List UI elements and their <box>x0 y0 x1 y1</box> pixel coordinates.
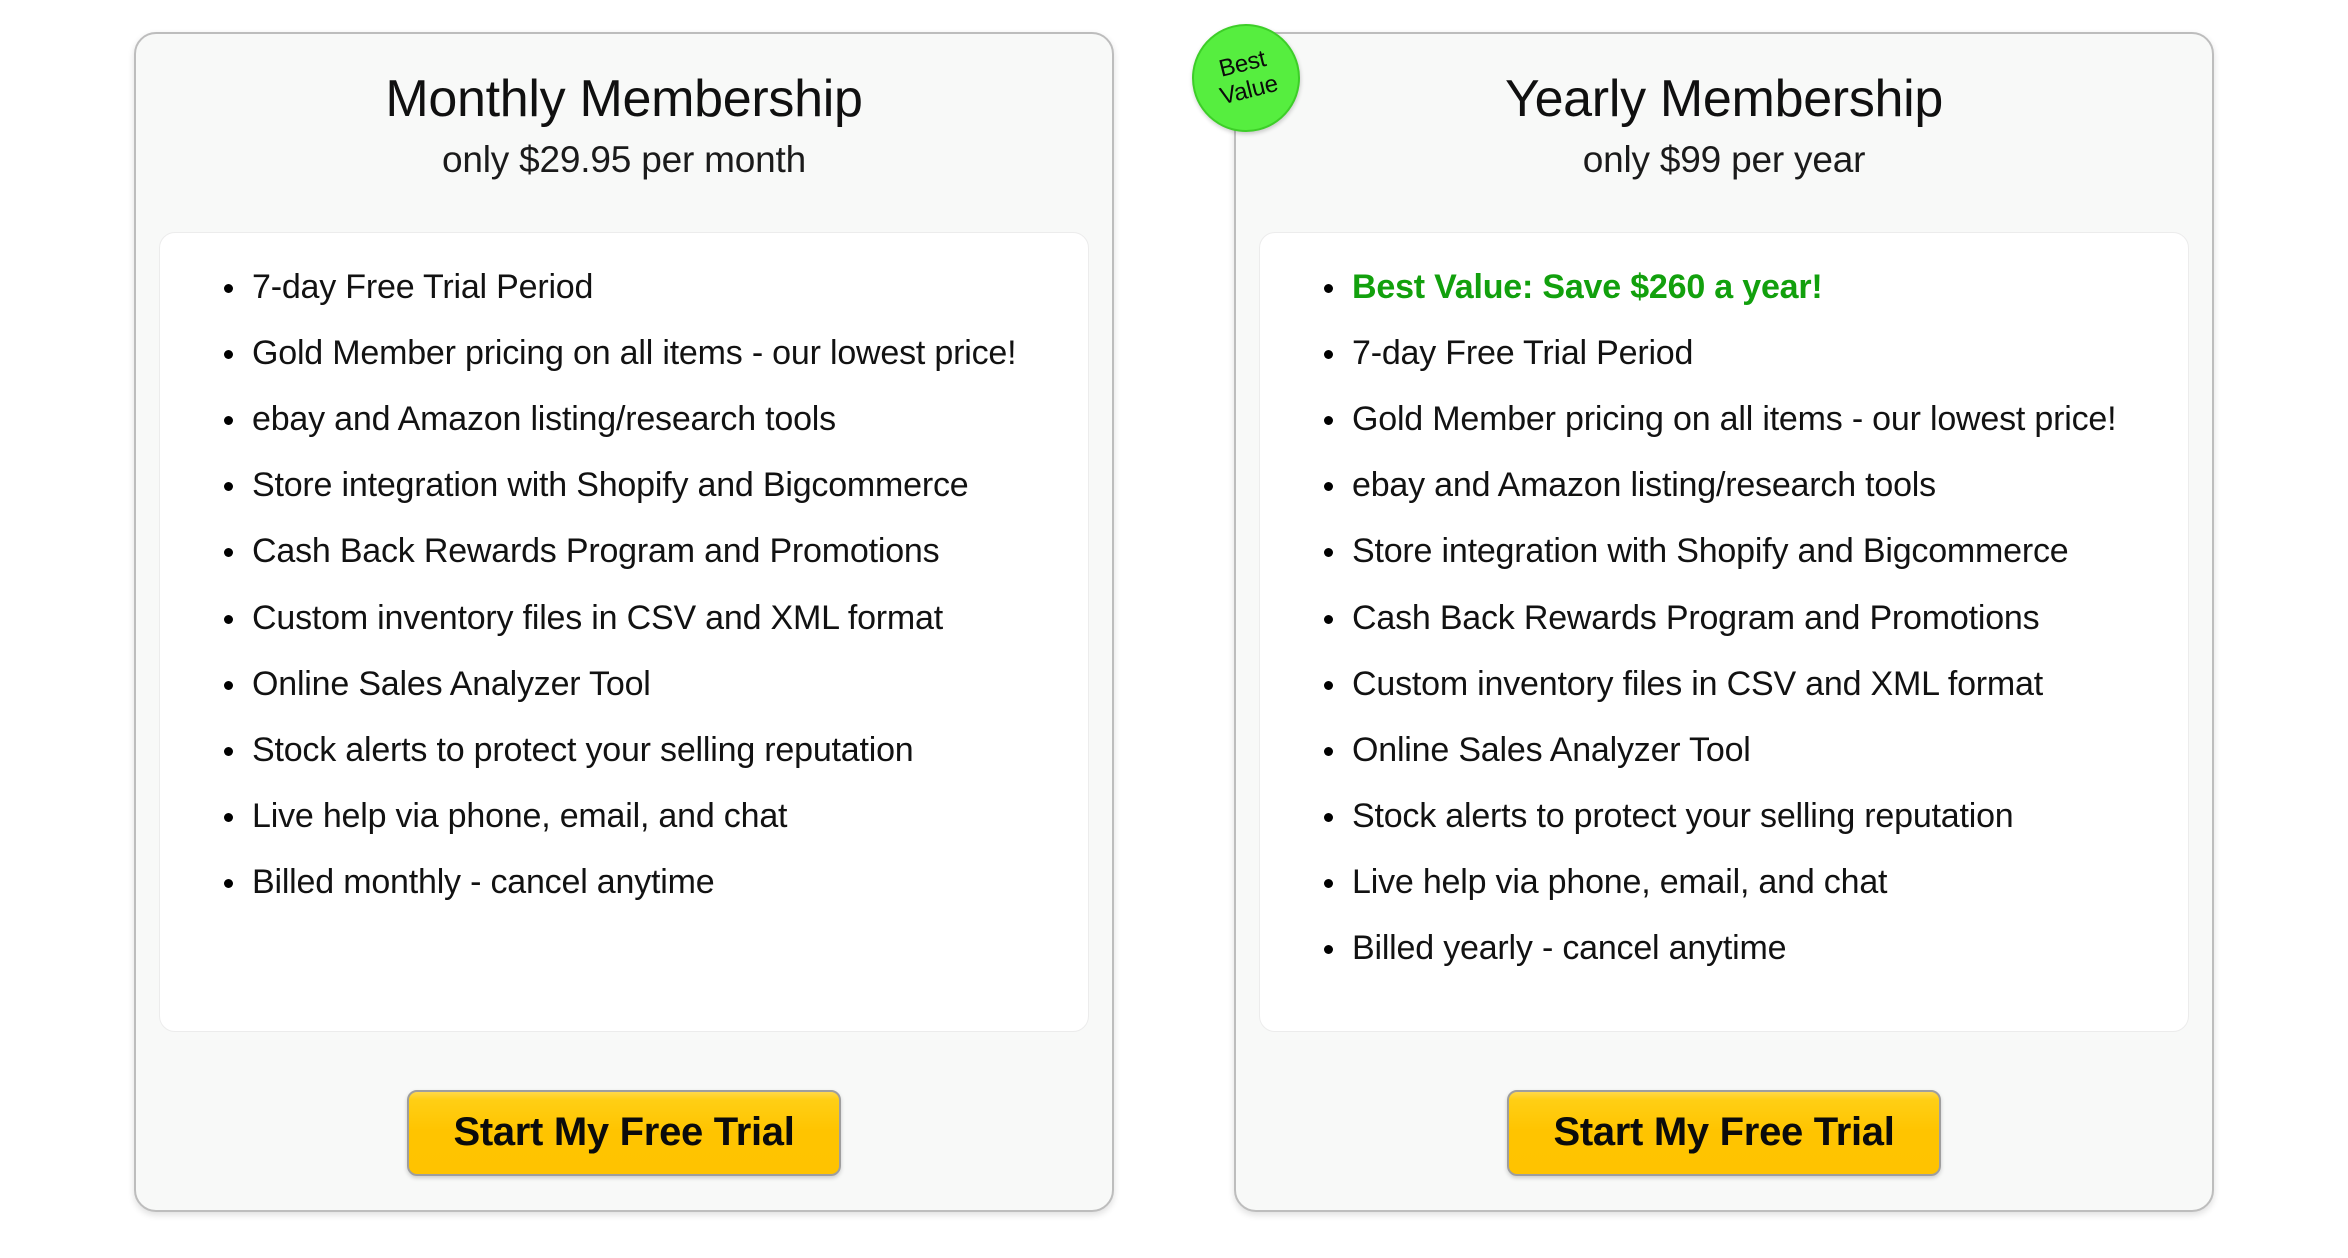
list-item: Online Sales Analyzer Tool <box>1304 730 2144 770</box>
list-item: Custom inventory files in CSV and XML fo… <box>1304 664 2144 704</box>
list-item: Cash Back Rewards Program and Promotions <box>204 531 1044 571</box>
list-item: ebay and Amazon listing/research tools <box>204 399 1044 439</box>
feature-list-monthly: 7-day Free Trial Period Gold Member pric… <box>204 267 1044 902</box>
list-item: Store integration with Shopify and Bigco… <box>1304 531 2144 571</box>
plan-title-yearly: Yearly Membership <box>1504 70 1944 128</box>
cta-wrap-monthly: Start My Free Trial <box>136 1090 1112 1176</box>
list-item: Stock alerts to protect your selling rep… <box>204 730 1044 770</box>
list-item: ebay and Amazon listing/research tools <box>1304 465 2144 505</box>
list-item: 7-day Free Trial Period <box>1304 333 2144 373</box>
feature-list-yearly: Best Value: Save $260 a year! 7-day Free… <box>1304 267 2144 968</box>
plan-title-monthly: Monthly Membership <box>385 70 863 128</box>
list-item: Store integration with Shopify and Bigco… <box>204 465 1044 505</box>
list-item: Billed monthly - cancel anytime <box>204 862 1044 902</box>
plan-card-yearly: Best Value Yearly Membership only $99 pe… <box>1180 12 2214 1212</box>
plan-price-monthly: only $29.95 per month <box>442 139 806 181</box>
list-item: Live help via phone, email, and chat <box>1304 862 2144 902</box>
list-item: Custom inventory files in CSV and XML fo… <box>204 598 1044 638</box>
pricing-page: Monthly Membership only $29.95 per month… <box>0 0 2348 1258</box>
list-item: Gold Member pricing on all items - our l… <box>1304 399 2144 439</box>
list-item: Live help via phone, email, and chat <box>204 796 1044 836</box>
start-free-trial-button-yearly[interactable]: Start My Free Trial <box>1507 1090 1941 1176</box>
list-item: Cash Back Rewards Program and Promotions <box>1304 598 2144 638</box>
list-item: Online Sales Analyzer Tool <box>204 664 1044 704</box>
start-free-trial-button-monthly[interactable]: Start My Free Trial <box>407 1090 841 1176</box>
plan-card-monthly: Monthly Membership only $29.95 per month… <box>134 32 1114 1212</box>
list-item: 7-day Free Trial Period <box>204 267 1044 307</box>
plan-card-list: Monthly Membership only $29.95 per month… <box>0 0 2348 1258</box>
list-item: Gold Member pricing on all items - our l… <box>204 333 1044 373</box>
cta-wrap-yearly: Start My Free Trial <box>1236 1090 2212 1176</box>
features-panel-yearly: Best Value: Save $260 a year! 7-day Free… <box>1259 232 2189 1032</box>
list-item: Stock alerts to protect your selling rep… <box>1304 796 2144 836</box>
plan-header-yearly: Yearly Membership only $99 per year <box>1236 34 2212 184</box>
plan-header-monthly: Monthly Membership only $29.95 per month <box>136 34 1112 184</box>
plan-price-yearly: only $99 per year <box>1582 139 1866 181</box>
list-item-highlight: Best Value: Save $260 a year! <box>1304 267 2144 307</box>
features-panel-monthly: 7-day Free Trial Period Gold Member pric… <box>159 232 1089 1032</box>
list-item: Billed yearly - cancel anytime <box>1304 928 2144 968</box>
